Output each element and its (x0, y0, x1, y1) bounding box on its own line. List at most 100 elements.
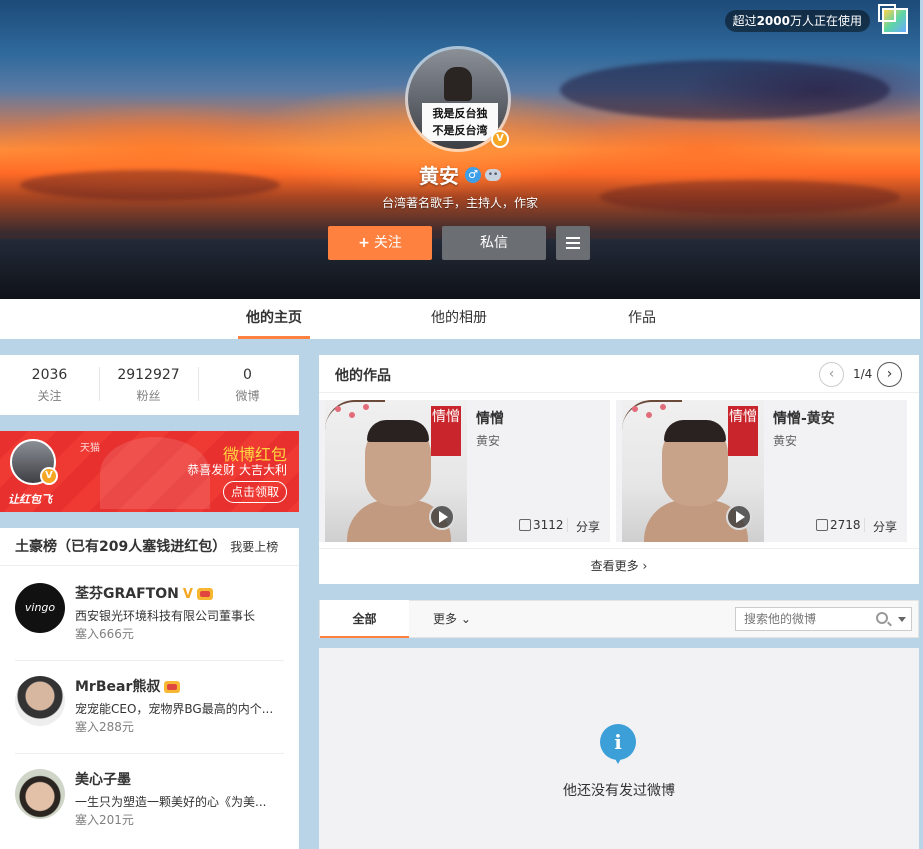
profile-stats: 2036 关注 2912927 粉丝 0 微博 (0, 355, 299, 415)
message-button[interactable]: 私信 (442, 226, 546, 260)
empty-feed: i 他还没有发过微博 (319, 648, 919, 849)
tab-all[interactable]: 全部 (320, 600, 409, 638)
rich-user-amount: 塞入666元 (75, 627, 134, 641)
share-button[interactable]: 分享 (576, 518, 600, 535)
rich-list-item[interactable]: 美心子墨 一生只为塑造一颗美好的心《为美... 塞入201元 (15, 753, 284, 846)
users-badge-number: 2000 (756, 14, 790, 28)
tab-works[interactable]: 作品 (618, 299, 666, 339)
red-packet-subtitle: 恭喜发财 大吉大利 (187, 463, 287, 477)
rich-user-desc: 西安银光环境科技有限公司董事长 (75, 609, 256, 623)
work-cover[interactable]: 情憎 (622, 400, 764, 542)
rich-user-name[interactable]: 美心子墨 (75, 769, 131, 789)
portrait-hair (367, 420, 429, 442)
rich-user-amount: 塞入201元 (75, 813, 134, 827)
rich-user-desc: 宠宠能CEO，宠物界BG最高的内个... (75, 702, 274, 716)
search-icon[interactable] (876, 612, 888, 624)
stat-fans[interactable]: 2912927 粉丝 (99, 367, 198, 404)
avatar-sign-line: 不是反台湾 (432, 124, 488, 137)
tmall-logo: 天猫 (80, 443, 100, 454)
rich-user-name-text: MrBear熊叔 (75, 679, 161, 695)
portrait-hair (664, 420, 726, 442)
work-title[interactable]: 情憎 (476, 408, 504, 428)
empty-feed-text: 他还没有发过微博 (563, 783, 675, 799)
join-rich-list-link[interactable]: 我要上榜 (230, 540, 278, 554)
see-more-link[interactable]: 查看更多 › (319, 548, 919, 584)
blossom-graphic (632, 406, 638, 412)
avatar-logo-text: vingo (24, 601, 56, 614)
page-indicator: 1/4 (853, 367, 873, 381)
skin-template-icon[interactable] (878, 4, 908, 34)
rich-list-title: 土豪榜（已有209人塞钱进红包） (15, 539, 227, 555)
hamburger-icon (566, 237, 580, 249)
plus-icon: + (358, 235, 370, 251)
profile-cover: 超过2000万人正在使用 我是反台独 不是反台湾 V 黄安 ♂ •• 台湾著名歌手，… (0, 0, 920, 299)
stat-number: 2036 (31, 367, 68, 383)
rich-user-name-text: 荃芬GRAFTON (75, 586, 179, 602)
rich-list-item[interactable]: MrBear熊叔 宠宠能CEO，宠物界BG最高的内个... 塞入288元 (15, 660, 284, 753)
next-page-button[interactable]: › (877, 362, 902, 387)
works-header: 他的作品 ‹ 1/4 › (319, 355, 919, 393)
stat-label: 粉丝 (136, 389, 161, 403)
blossom-graphic (363, 404, 369, 410)
see-more-label: 查看更多 (590, 559, 639, 573)
share-button[interactable]: 分享 (873, 518, 897, 535)
stat-following[interactable]: 2036 关注 (0, 367, 99, 404)
play-icon[interactable] (726, 504, 752, 530)
chevron-right-icon: › (642, 559, 648, 573)
avatar-sign-line: 我是反台独 (432, 107, 488, 120)
tab-home[interactable]: 他的主页 (238, 299, 310, 339)
work-cover[interactable]: 情憎 (325, 400, 467, 542)
vip-crown-icon (164, 681, 181, 693)
avatar-person (444, 67, 472, 101)
profile-bio: 台湾著名歌手，主持人，作家 (381, 196, 538, 210)
tab-more[interactable]: 更多 ⌄ (433, 601, 471, 637)
tab-more-label: 更多 (433, 612, 458, 626)
blossom-graphic (646, 412, 652, 418)
like-button[interactable]: 2718 (816, 518, 861, 532)
search-dropdown-icon[interactable] (898, 617, 906, 622)
works-title: 他的作品 (335, 368, 391, 384)
chevron-down-icon: ⌄ (460, 612, 471, 626)
divider (864, 518, 865, 532)
users-badge-prefix: 超过 (732, 14, 757, 28)
rich-user-name[interactable]: MrBear熊叔 (75, 676, 181, 696)
avatar[interactable]: vingo (15, 583, 65, 633)
work-card[interactable]: 情憎 情憎-黄安 黄安 2718 分享 (616, 400, 907, 542)
tab-album[interactable]: 他的相册 (423, 299, 495, 339)
rich-list-header: 土豪榜（已有209人塞钱进红包） 我要上榜 (0, 528, 299, 566)
stat-weibo[interactable]: 0 微博 (198, 367, 297, 404)
more-menu-button[interactable] (556, 226, 590, 260)
avatar[interactable] (15, 769, 65, 819)
thumbs-up-icon (816, 519, 828, 531)
follow-label: 关注 (373, 235, 402, 251)
feed-filter-bar: 全部 更多 ⌄ (319, 600, 919, 638)
rich-list: 土豪榜（已有209人塞钱进红包） 我要上榜 vingo 荃芬GRAFTON V 西安… (0, 528, 299, 849)
verified-icon: V (491, 130, 509, 148)
prev-page-button[interactable]: ‹ (819, 362, 844, 387)
search-input[interactable] (736, 608, 874, 630)
verified-icon: V (40, 467, 58, 485)
work-title[interactable]: 情憎-黄安 (773, 408, 835, 428)
thumbs-up-icon (519, 519, 531, 531)
work-artist: 黄安 (773, 434, 798, 448)
vip-crown-icon (196, 588, 213, 600)
member-level-icon[interactable]: •• (485, 168, 501, 181)
rich-user-name[interactable]: 荃芬GRAFTON V (75, 583, 213, 603)
stat-label: 关注 (37, 389, 62, 403)
red-packet-banner[interactable]: V 让红包飞 天猫 微博红包 恭喜发财 大吉大利 点击领取 (0, 431, 299, 512)
rich-user-desc: 一生只为塑造一颗美好的心《为美... (75, 795, 267, 809)
like-button[interactable]: 3112 (519, 518, 564, 532)
work-card[interactable]: 情憎 情憎 黄安 3112 分享 (319, 400, 610, 542)
follow-button[interactable]: + 关注 (328, 226, 432, 260)
weibo-search (735, 607, 912, 631)
rich-list-item[interactable]: vingo 荃芬GRAFTON V 西安银光环境科技有限公司董事长 塞入666元 (15, 567, 284, 660)
claim-red-packet-button[interactable]: 点击领取 (223, 481, 287, 503)
profile-avatar-frame[interactable]: 我是反台独 不是反台湾 V (405, 46, 511, 152)
profile-name: 黄安 (419, 164, 459, 188)
play-icon[interactable] (429, 504, 455, 530)
profile-nav: 他的主页 他的相册 作品 (0, 299, 920, 339)
blossom-graphic (660, 404, 666, 410)
stat-number: 0 (243, 367, 252, 383)
stat-number: 2912927 (117, 367, 180, 383)
avatar[interactable] (15, 676, 65, 726)
